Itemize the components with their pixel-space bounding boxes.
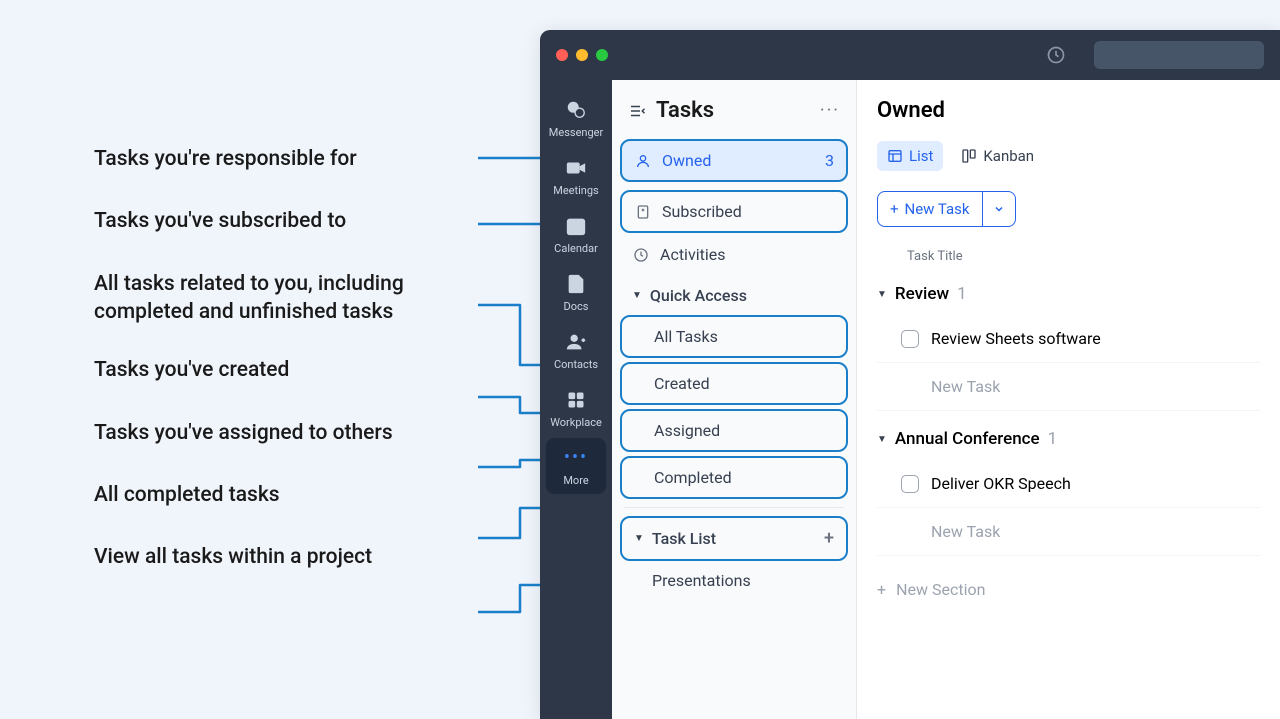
plus-icon: + (890, 200, 899, 218)
nav-messenger[interactable]: Messenger (546, 90, 606, 146)
user-icon (634, 152, 652, 170)
task-checkbox[interactable] (901, 475, 919, 493)
page-title: Owned (877, 98, 1260, 123)
filter-count: 3 (825, 151, 834, 170)
section-title: Task List (652, 529, 716, 548)
task-section-conference[interactable]: ▼ Annual Conference 1 (877, 419, 1260, 460)
minimize-window-button[interactable] (576, 49, 588, 61)
video-icon (564, 156, 588, 180)
new-task-dropdown[interactable] (983, 195, 1015, 223)
new-task-button[interactable]: + New Task (877, 191, 1016, 227)
section-count: 1 (1048, 429, 1058, 449)
kanban-icon (961, 148, 977, 164)
more-icon: ••• (564, 446, 588, 470)
annotation-task-list: View all tasks within a project (94, 543, 494, 571)
docs-icon (564, 272, 588, 296)
task-checkbox[interactable] (901, 330, 919, 348)
filter-label: Activities (660, 245, 725, 264)
filter-label: Owned (662, 151, 711, 170)
filter-owned[interactable]: Owned 3 (620, 139, 848, 182)
app-window: Messenger Meetings 10 Calendar Docs Cont… (540, 30, 1280, 719)
chevron-down-icon: ▼ (877, 434, 887, 445)
nav-label: More (563, 474, 588, 487)
main-content: Owned List Kanban + New Task (857, 80, 1280, 719)
nav-calendar[interactable]: 10 Calendar (546, 206, 606, 262)
view-tab-kanban[interactable]: Kanban (951, 141, 1044, 171)
task-title: Deliver OKR Speech (931, 474, 1071, 493)
quick-access-created[interactable]: Created (620, 362, 848, 405)
column-header-title: Task Title (877, 249, 1260, 274)
filter-label: Subscribed (662, 202, 742, 221)
annotation-completed: All completed tasks (94, 481, 494, 509)
section-name: Annual Conference (895, 429, 1040, 449)
tasks-more-button[interactable]: ··· (820, 100, 840, 121)
nav-sidebar: Messenger Meetings 10 Calendar Docs Cont… (540, 80, 612, 719)
quick-access-assigned[interactable]: Assigned (620, 409, 848, 452)
nav-label: Docs (564, 300, 589, 313)
task-list-presentations[interactable]: Presentations (620, 561, 848, 600)
list-icon (887, 148, 903, 164)
titlebar (540, 30, 1280, 80)
close-window-button[interactable] (556, 49, 568, 61)
annotation-subscribed: Tasks you've subscribed to (94, 207, 494, 235)
tab-label: Kanban (983, 147, 1034, 165)
bookmark-icon (634, 203, 652, 221)
task-row[interactable]: Review Sheets software (877, 315, 1260, 363)
new-task-main[interactable]: + New Task (878, 192, 983, 226)
tab-label: List (909, 147, 933, 165)
quick-access-completed[interactable]: Completed (620, 456, 848, 499)
annotation-assigned: Tasks you've assigned to others (94, 419, 494, 447)
new-task-inline[interactable]: New Task (877, 363, 1260, 411)
quick-access-all-tasks[interactable]: All Tasks (620, 315, 848, 358)
calendar-icon: 10 (564, 214, 588, 238)
grid-icon (564, 388, 588, 412)
chevron-down-icon: ▼ (877, 289, 887, 300)
task-row[interactable]: Deliver OKR Speech (877, 460, 1260, 508)
panel-toggle-icon[interactable] (628, 102, 646, 120)
nav-label: Contacts (554, 358, 598, 371)
filter-subscribed[interactable]: Subscribed (620, 190, 848, 233)
task-section-review[interactable]: ▼ Review 1 (877, 274, 1260, 315)
tasks-panel: Tasks ··· Owned 3 Subscribed Activities … (612, 80, 857, 719)
task-list-header[interactable]: ▼ Task List + (620, 516, 848, 561)
search-input[interactable] (1094, 41, 1264, 69)
add-task-list-button[interactable]: + (824, 528, 834, 549)
maximize-window-button[interactable] (596, 49, 608, 61)
section-title: Quick Access (650, 286, 747, 305)
chevron-down-icon: ▼ (634, 533, 644, 544)
svg-text:10: 10 (571, 223, 581, 233)
section-count: 1 (957, 284, 967, 304)
contacts-icon (564, 330, 588, 354)
clock-icon (632, 246, 650, 264)
new-task-inline[interactable]: New Task (877, 508, 1260, 556)
chevron-down-icon: ▼ (632, 290, 642, 301)
plus-icon: + (877, 580, 886, 599)
annotation-all-tasks: All tasks related to you, including comp… (94, 270, 494, 327)
nav-workplace[interactable]: Workplace (546, 380, 606, 436)
button-label: New Section (896, 580, 985, 599)
nav-label: Messenger (549, 126, 603, 139)
nav-contacts[interactable]: Contacts (546, 322, 606, 378)
section-name: Review (895, 284, 949, 304)
nav-meetings[interactable]: Meetings (546, 148, 606, 204)
nav-label: Calendar (554, 242, 598, 255)
annotation-created: Tasks you've created (94, 356, 494, 384)
nav-docs[interactable]: Docs (546, 264, 606, 320)
messenger-icon (564, 98, 588, 122)
button-label: New Task (905, 200, 970, 218)
quick-access-header[interactable]: ▼ Quick Access (620, 276, 848, 315)
tasks-title: Tasks (656, 98, 810, 123)
view-tab-list[interactable]: List (877, 141, 943, 171)
chevron-down-icon (993, 203, 1005, 215)
new-section-button[interactable]: + New Section (877, 564, 1260, 615)
nav-label: Meetings (553, 184, 598, 197)
task-title: Review Sheets software (931, 329, 1101, 348)
nav-more[interactable]: ••• More (546, 438, 606, 494)
filter-activities[interactable]: Activities (620, 235, 848, 274)
annotation-owned: Tasks you're responsible for (94, 145, 494, 173)
nav-label: Workplace (550, 416, 602, 429)
history-icon[interactable] (1046, 45, 1066, 65)
